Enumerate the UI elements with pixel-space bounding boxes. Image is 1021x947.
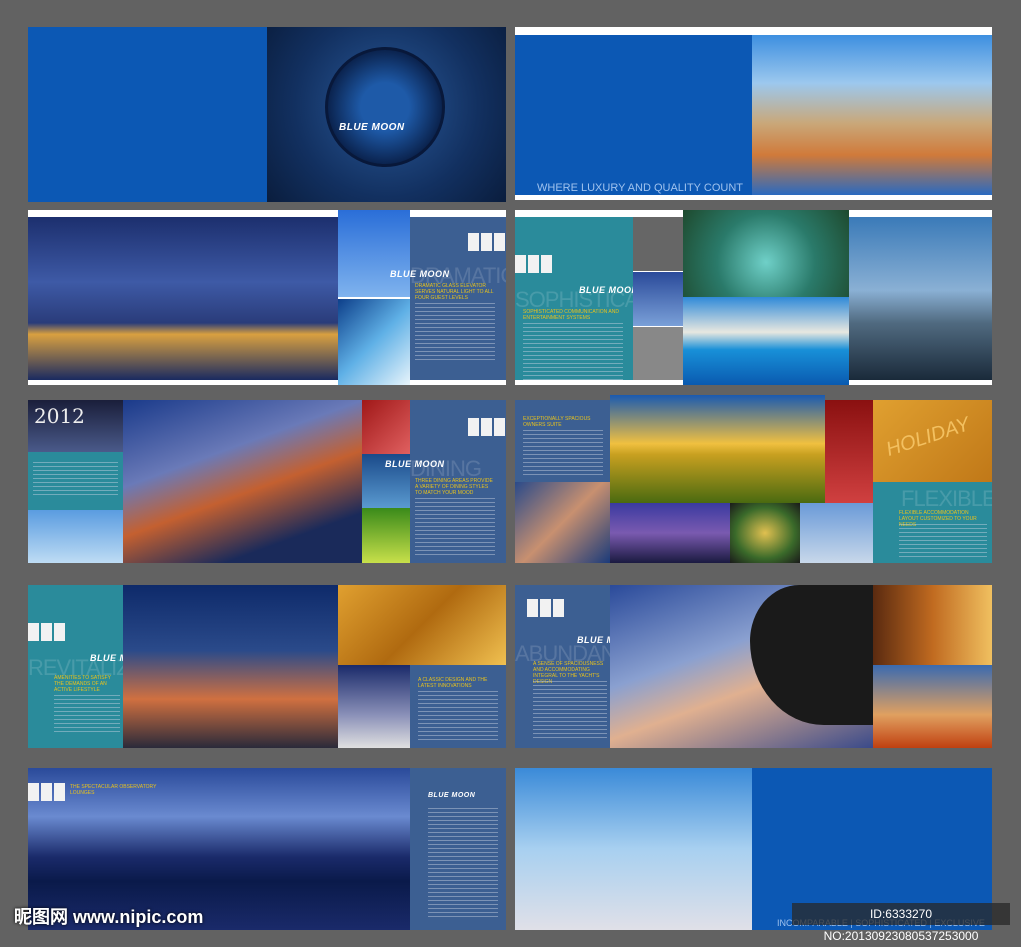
climber-photo xyxy=(610,585,873,748)
blue-panel xyxy=(515,35,752,195)
golden-gate-photo xyxy=(123,400,362,563)
red-glass-photo xyxy=(825,400,873,503)
lagoon-photo xyxy=(683,210,849,297)
heading: AMENITIES TO SATISFY THE DEMANDS OF AN A… xyxy=(54,675,111,693)
spread-dramatic: DRAMATIC DRAMATIC GLASS ELEVATOR SERVES … xyxy=(28,210,506,385)
bridge-photo xyxy=(28,217,338,380)
sunflower-photo xyxy=(610,395,825,503)
watermark-id: ID:6333270 NO:20130923080537253000 xyxy=(792,903,1010,943)
photo-2012: 2012 xyxy=(28,400,123,452)
spread-abundant: ABUNDANT A SENSE OF SPACIOUSNESS AND ACC… xyxy=(515,585,992,748)
team-photo xyxy=(515,768,752,930)
text-panel: FLEXIBLE FLEXIBLE ACCOMMODATION LAYOUT C… xyxy=(873,482,992,563)
brand-logo: BLUE MOON xyxy=(339,122,405,133)
wave-photo xyxy=(338,299,410,385)
spread-flexible: EXCEPTIONALLY SPACIOUS OWNERS SUITE HOLI… xyxy=(515,395,992,563)
brand-logo: BLUE MOON xyxy=(390,269,450,279)
portrait-photo xyxy=(633,327,683,380)
building-photo xyxy=(633,272,683,326)
train-photo xyxy=(873,585,992,665)
food-photo xyxy=(730,503,800,563)
sky-man-photo xyxy=(338,210,410,297)
woman-photo xyxy=(515,482,610,563)
sea-rocks-photo xyxy=(849,217,992,380)
heading: A CLASSIC DESIGN AND THE LATEST INNOVATI… xyxy=(418,677,488,689)
text-block xyxy=(28,452,123,510)
heading: EXCEPTIONALLY SPACIOUS OWNERS SUITE xyxy=(523,416,591,428)
red-photo xyxy=(362,400,410,454)
brand-logo: BLUE MOON xyxy=(579,285,639,295)
ghost-word: FLEXIBLE xyxy=(901,486,992,511)
portrait-photo xyxy=(633,217,683,271)
eiffel-photo xyxy=(800,503,873,563)
spread-cover-front: BLUE MOON xyxy=(28,27,506,202)
brooklyn-photo xyxy=(610,503,730,563)
spread-revitalize: REVITALIZE AMENITIES TO SATISFY THE DEMA… xyxy=(28,585,506,748)
city-photo xyxy=(752,35,992,195)
spread-dining: 2012 DINING THREE DINING AREAS PROVIDE A… xyxy=(28,400,506,563)
holiday-sand-photo: HOLIDAY xyxy=(873,400,992,482)
text-panel-2: A CLASSIC DESIGN AND THE LATEST INNOVATI… xyxy=(410,665,506,748)
spread-sophisticated: SOPHISTICATED SOPHISTICATED COMMUNICATIO… xyxy=(515,210,992,385)
wheat-photo xyxy=(338,585,506,665)
text-panel: ABUNDANT A SENSE OF SPACIOUSNESS AND ACC… xyxy=(515,585,610,748)
heading: DRAMATIC GLASS ELEVATOR SERVES NATURAL L… xyxy=(415,283,494,301)
spread-luxury: WHERE LUXURY AND QUALITY COUNT xyxy=(515,27,992,200)
watermark-site: 昵图网 www.nipic.com xyxy=(14,907,204,927)
text-panel: REVITALIZE AMENITIES TO SATISFY THE DEMA… xyxy=(28,585,123,748)
heading: THREE DINING AREAS PROVIDE A VARIETY OF … xyxy=(415,478,493,496)
blue-back-panel xyxy=(28,27,267,202)
cliff-photo xyxy=(683,297,849,385)
brand-logo: BLUE MOON xyxy=(428,792,476,799)
text-panel: DINING THREE DINING AREAS PROVIDE A VARI… xyxy=(410,400,506,563)
text-panel: SOPHISTICATED SOPHISTICATED COMMUNICATIO… xyxy=(515,217,633,383)
heading: SOPHISTICATED COMMUNICATION AND ENTERTAI… xyxy=(523,309,619,321)
text-panel: EXCEPTIONALLY SPACIOUS OWNERS SUITE xyxy=(515,400,610,482)
city-night-photo xyxy=(123,585,338,748)
text-panel: DRAMATIC DRAMATIC GLASS ELEVATOR SERVES … xyxy=(410,217,506,380)
jumping-photo xyxy=(28,510,123,563)
brand-logo: BLUE MOON xyxy=(385,459,445,469)
textured-cover: BLUE MOON xyxy=(267,27,506,202)
power-towers-photo xyxy=(873,665,992,748)
tagline: WHERE LUXURY AND QUALITY COUNT xyxy=(537,182,743,194)
capitol-photo xyxy=(338,665,410,748)
green-photo xyxy=(362,508,410,563)
text-panel: BLUE MOON xyxy=(410,768,506,930)
heading: THE SPECTACULAR OBSERVATORY LOUNGES xyxy=(70,784,157,796)
moon-emblem-icon xyxy=(325,47,445,167)
